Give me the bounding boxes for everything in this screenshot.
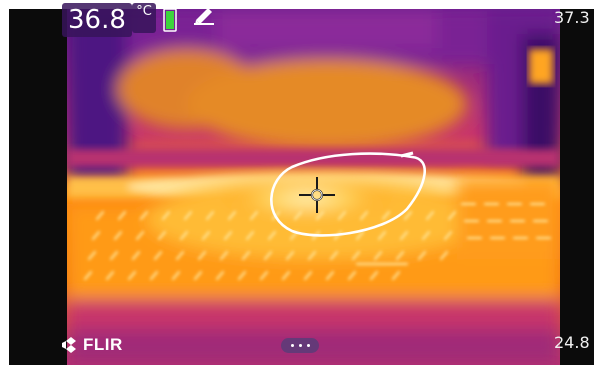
thermal-image-view[interactable] — [67, 9, 560, 365]
temperature-unit[interactable]: °C — [132, 3, 156, 33]
battery-icon — [163, 6, 177, 32]
scale-min-temperature: 24.8 — [554, 333, 590, 352]
flir-logo-text: FLIR — [83, 335, 123, 354]
pencil-icon[interactable] — [193, 3, 215, 25]
temperature-scale-panel — [560, 9, 594, 365]
flir-logo: FLIR — [62, 335, 123, 355]
spot-temperature-readout[interactable]: 36.8 — [62, 3, 132, 37]
more-dots-icon[interactable] — [281, 338, 319, 353]
thermal-image — [67, 9, 560, 365]
flir-logo-icon — [62, 337, 76, 353]
spot-temperature-value: 36.8 — [68, 5, 126, 35]
thermal-camera-screen — [9, 9, 594, 365]
scale-max-temperature: 37.3 — [554, 8, 590, 27]
